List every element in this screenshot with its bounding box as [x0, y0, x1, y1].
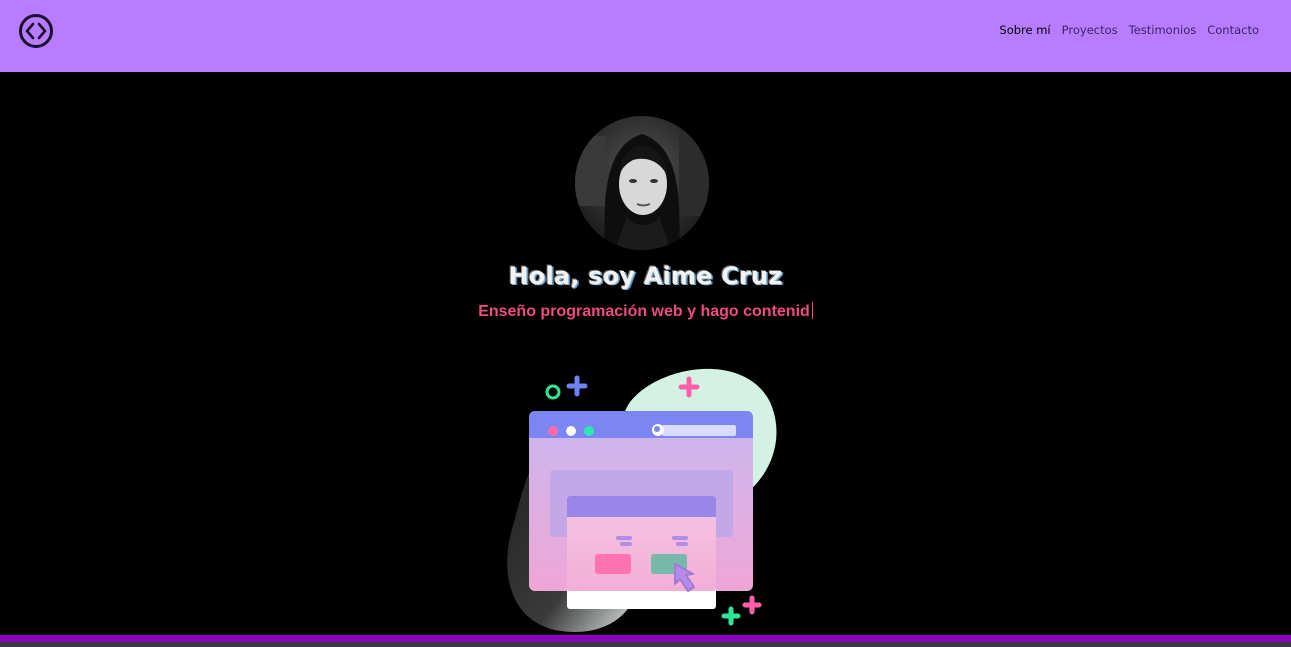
nav-link-sobre-mi[interactable]: Sobre mí — [999, 22, 1050, 38]
main-nav: Sobre mí Proyectos Testimonios Contacto — [999, 22, 1259, 38]
hero-subtitle: Enseño programación web y hago contenid — [0, 302, 1291, 321]
typing-cursor — [811, 302, 813, 319]
navbar: Sobre mí Proyectos Testimonios Contacto — [0, 0, 1291, 72]
web-development-illustration — [500, 362, 790, 642]
hero-subtitle-text: Enseño programación web y hago contenid — [478, 303, 810, 320]
code-brackets-icon[interactable] — [18, 13, 54, 49]
profile-avatar — [575, 116, 709, 250]
hero-title: Hola, soy Aime Cruz — [508, 262, 783, 290]
nav-link-proyectos[interactable]: Proyectos — [1062, 22, 1118, 38]
footer-accent-bar — [0, 635, 1291, 642]
nav-link-contacto[interactable]: Contacto — [1207, 22, 1259, 38]
nav-link-testimonios[interactable]: Testimonios — [1129, 22, 1197, 38]
footer-bottom-strip — [0, 642, 1291, 647]
